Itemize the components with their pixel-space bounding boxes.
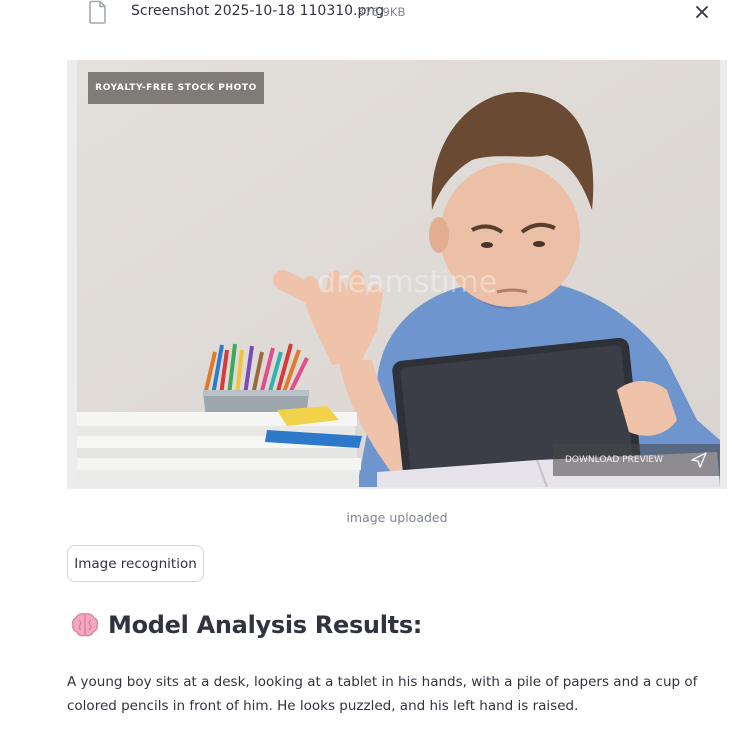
photo-illustration: dreamstime [77, 60, 720, 487]
send-icon [691, 452, 707, 468]
results-heading: Model Analysis Results: [70, 607, 422, 643]
paper-stack [77, 406, 362, 487]
watermark: dreamstime [317, 265, 497, 300]
close-icon[interactable] [693, 3, 711, 21]
uploaded-image: dreamstime ROYALTY-FREE STOCK PHOTO DOWN… [67, 60, 727, 489]
uploaded-file-row: Screenshot 2025-10-18 110310.png 376.9KB [0, 0, 752, 26]
file-icon [89, 0, 106, 24]
photo: dreamstime ROYALTY-FREE STOCK PHOTO DOWN… [77, 60, 720, 487]
brain-icon [72, 613, 98, 637]
file-name: Screenshot 2025-10-18 110310.png [131, 3, 385, 19]
image-caption: image uploaded [346, 510, 448, 525]
analysis-text: A young boy sits at a desk, looking at a… [67, 673, 698, 714]
image-recognition-button[interactable]: Image recognition [67, 545, 204, 582]
royalty-free-badge: ROYALTY-FREE STOCK PHOTO [88, 72, 264, 104]
download-preview-label: DOWNLOAD PREVIEW [565, 455, 663, 465]
download-preview: DOWNLOAD PREVIEW [553, 444, 720, 476]
results-title: Model Analysis Results: [108, 611, 423, 639]
file-size: 376.9KB [357, 5, 406, 19]
